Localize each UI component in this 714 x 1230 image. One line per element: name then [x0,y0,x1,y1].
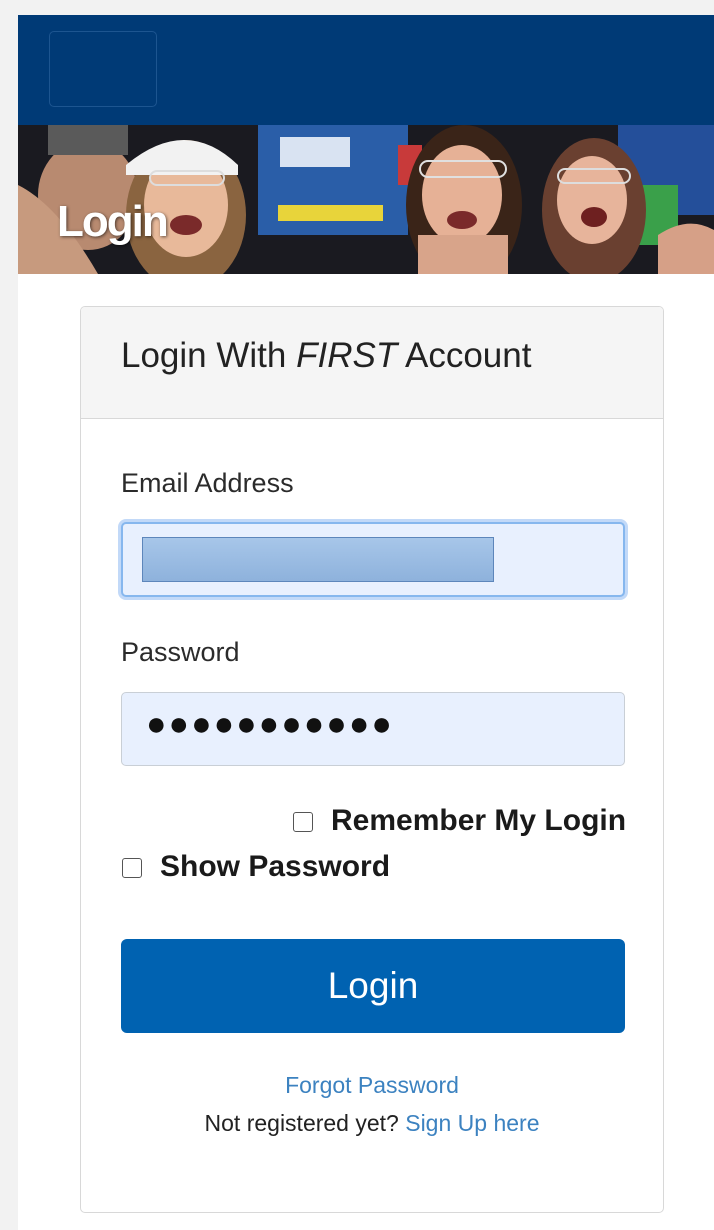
panel-title: Login With FIRST Account [121,336,531,376]
password-value: ●●●●●●●●●●● [146,705,394,743]
not-registered-text: Not registered yet? [204,1110,399,1136]
show-password-checkbox[interactable] [122,858,142,878]
redacted-email-value [142,537,494,582]
password-label: Password [121,637,240,667]
panel-title-brand: FIRST [296,336,398,375]
page: Login Login With FIRST Account Email Add… [18,15,714,1230]
panel-header: Login With FIRST Account [81,307,663,419]
login-panel: Login With FIRST Account Email Address P… [80,306,664,1213]
login-button[interactable]: Login [121,939,625,1033]
hero-banner: Login [18,125,714,274]
email-field[interactable] [121,522,625,597]
panel-title-suffix: Account [397,336,532,375]
show-password-label[interactable]: Show Password [160,850,390,884]
forgot-password-row: Forgot Password [81,1072,663,1099]
navbar [18,15,714,125]
forgot-password-link[interactable]: Forgot Password [285,1072,459,1098]
panel-title-prefix: Login With [121,336,297,375]
remember-login-checkbox[interactable] [293,812,313,832]
password-field[interactable]: ●●●●●●●●●●● [121,692,625,766]
email-label: Email Address [121,468,294,498]
remember-login-label[interactable]: Remember My Login [331,804,626,838]
logo[interactable] [49,31,157,107]
page-title: Login [57,197,169,246]
signup-row: Not registered yet? Sign Up here [81,1110,663,1137]
sign-up-link[interactable]: Sign Up here [405,1110,539,1136]
